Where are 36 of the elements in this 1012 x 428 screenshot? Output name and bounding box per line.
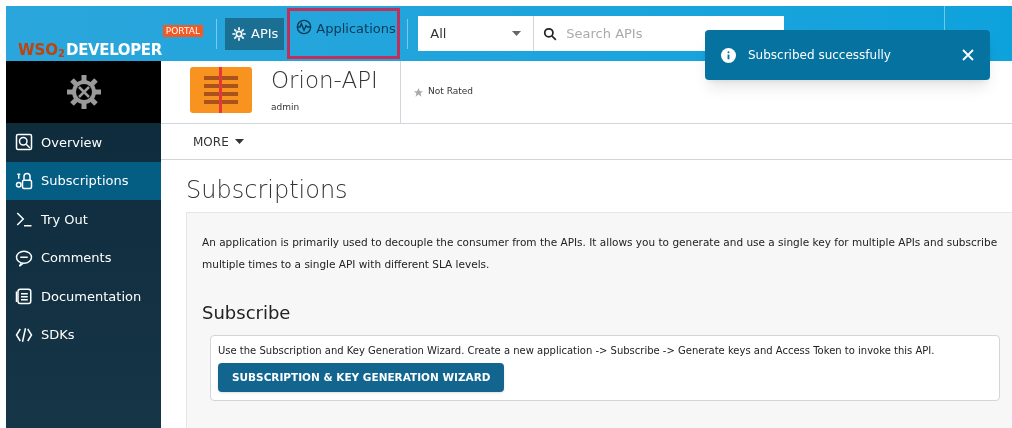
comment-icon [15,248,33,267]
caret-icon [234,139,244,144]
nav-tab[interactable]: APIs [225,17,285,50]
section-title: Subscribe [202,301,292,325]
star-icon [413,86,424,98]
portal-badge: PORTAL [162,24,203,37]
description-text: An application is primarily used to decouple the consumer from the APIs. It allows you to generate and use a single key for multiple APIs and subscribe multiple times to a single API with different SLA levels. [202,235,999,272]
sidebar-item[interactable]: Try Out [6,200,161,239]
caret-icon [512,31,522,36]
wizard-button[interactable]: SUBSCRIPTION & KEY GENERATION WIZARD [218,363,505,392]
document-icon [15,287,33,306]
gear-wrench-icon [65,74,102,110]
more-menu[interactable]: MORE [193,132,244,151]
wave-circle-icon [296,19,313,35]
sidebar-item[interactable]: Documentation [6,277,161,316]
logo-text: WSO$_{2}$ [18,39,66,61]
sidebar-item[interactable]: Overview [6,123,161,162]
close-icon[interactable] [962,49,974,61]
rating-label: Not Rated [428,85,473,99]
overview-icon [15,133,33,152]
nav-tab[interactable]: Applications [290,11,398,56]
gear-icon [231,25,247,42]
code-icon [15,325,33,344]
instructions-text: Use the Subscription and Key Generation Wizard. Create a new application -> Subscribe -> Generate keys and Access Token to invoke this API. [218,344,935,358]
scope-dropdown[interactable]: All [418,16,535,51]
owner-label: admin [271,101,301,114]
logo-text: DEVELOPER [66,39,162,61]
sidebar-item[interactable]: SDKs [6,315,161,354]
sidebar-item[interactable]: Comments [6,238,161,277]
info-icon [721,47,736,63]
page-title: Subscriptions [185,175,349,206]
lock-key-icon [15,171,33,190]
search-icon [543,27,558,41]
terminal-icon [15,210,33,229]
api-name: Orion-API [271,66,379,95]
sidebar-item[interactable]: Subscriptions [6,161,161,200]
